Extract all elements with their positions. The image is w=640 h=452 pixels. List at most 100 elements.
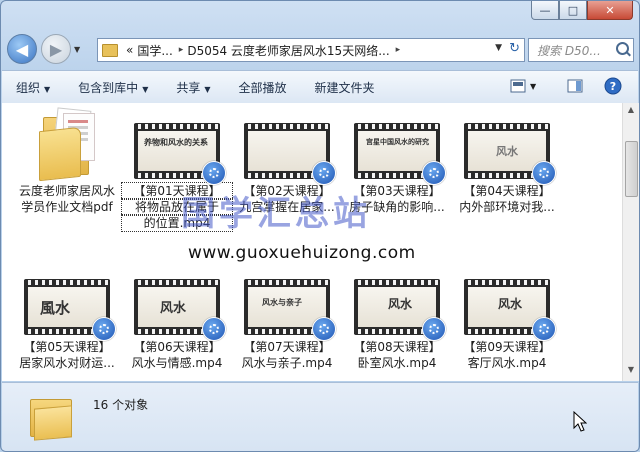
media-player-badge-icon	[532, 317, 556, 341]
video-thumbnail: 风水	[464, 123, 556, 185]
share-menu[interactable]: 共享 ▼	[162, 79, 224, 96]
search-input[interactable]: 搜索 D50...	[528, 38, 634, 62]
scroll-up-icon[interactable]: ▲	[625, 105, 637, 119]
help-button[interactable]: ?	[604, 77, 622, 95]
back-arrow-icon: ◀	[15, 39, 29, 59]
file-name-line: 【第09天课程】	[463, 340, 551, 354]
help-icon: ?	[604, 77, 622, 95]
maximize-button[interactable]: □	[559, 1, 587, 20]
media-player-badge-icon	[532, 161, 556, 185]
file-item[interactable]: 风水 【第08天课程】 卧室风水.mp4	[342, 279, 452, 371]
search-icon[interactable]	[616, 42, 629, 55]
view-options-button[interactable]: ▼	[510, 79, 536, 93]
file-item[interactable]: 風水 【第05天课程】 居家风水对财运...	[12, 279, 122, 371]
organize-label: 组织	[16, 80, 41, 95]
chevron-down-icon: ▼	[530, 81, 537, 91]
media-player-badge-icon	[202, 317, 226, 341]
media-player-badge-icon	[312, 317, 336, 341]
video-thumbnail	[244, 123, 336, 185]
file-name-line: 客厅风水.mp4	[467, 356, 547, 370]
include-in-library-label: 包含到库中	[78, 80, 139, 95]
vertical-scrollbar[interactable]: ▲ ▼	[622, 103, 639, 381]
media-player-badge-icon	[92, 317, 116, 341]
item-count: 16 个对象	[93, 398, 149, 412]
folder-icon	[30, 393, 76, 441]
file-name-line: 学员作业文档pdf	[21, 200, 113, 214]
file-name-line: 【第06天课程】	[133, 340, 221, 354]
folder-with-documents-icon	[37, 107, 97, 182]
svg-text:?: ?	[610, 80, 616, 93]
include-in-library-menu[interactable]: 包含到库中 ▼	[64, 79, 162, 96]
file-item[interactable]: 风水与亲子 【第07天课程】 风水与亲子.mp4	[232, 279, 342, 371]
thumbnail-text: 风水	[388, 297, 413, 311]
file-item[interactable]: 风水 【第09天课程】 客厅风水.mp4	[452, 279, 562, 371]
caption-buttons: — □ ✕	[531, 1, 633, 21]
view-icon	[510, 79, 526, 93]
details-pane: 16 个对象	[2, 382, 638, 451]
file-name-line: 【第04天课程】	[463, 184, 551, 198]
file-name-line: 【第05天课程】	[23, 340, 111, 354]
watermark-title: 国学汇总站	[181, 194, 371, 234]
media-player-badge-icon	[422, 161, 446, 185]
video-thumbnail: 风水	[464, 279, 556, 341]
file-name-line: 风水与情感.mp4	[131, 356, 223, 370]
navigation-buttons: ◀ ▶ ▼	[7, 34, 80, 64]
close-button[interactable]: ✕	[587, 1, 633, 20]
video-thumbnail: 宫星中国风水的研究	[354, 123, 446, 185]
forward-arrow-icon: ▶	[49, 39, 63, 59]
file-name-line: 内外部环境对我...	[459, 200, 555, 214]
thumbnail-text: 宫星中国风水的研究	[366, 137, 429, 146]
video-thumbnail: 風水	[24, 279, 116, 341]
file-name-line: 【第07天课程】	[243, 340, 331, 354]
thumbnail-text: 风水	[160, 301, 187, 316]
preview-pane-button[interactable]	[567, 79, 583, 93]
video-thumbnail: 风水	[354, 279, 446, 341]
thumbnail-text: 風水	[40, 299, 71, 317]
chevron-down-icon: ▼	[142, 84, 149, 94]
scroll-down-icon[interactable]: ▼	[625, 365, 637, 379]
breadcrumb-current[interactable]: D5054 云度老师家居风水15天网络...	[187, 42, 389, 59]
chevron-down-icon: ▼	[44, 84, 51, 94]
video-thumbnail: 风水与亲子	[244, 279, 336, 341]
video-thumbnail: 风水	[134, 279, 226, 341]
scrollbar-thumb[interactable]	[625, 141, 638, 197]
video-thumbnail: 养物和风水的关系	[134, 123, 226, 185]
file-name-line: 风水与亲子.mp4	[241, 356, 333, 370]
back-button[interactable]: ◀	[7, 34, 37, 64]
breadcrumb-parent[interactable]: 国学...	[137, 42, 172, 59]
forward-button[interactable]: ▶	[41, 34, 71, 64]
folder-icon	[102, 43, 118, 57]
watermark-url: www.guoxuehuizong.com	[188, 243, 416, 263]
thumbnail-text: 风水	[496, 145, 518, 158]
file-item[interactable]: 风水 【第04天课程】 内外部环境对我...	[452, 123, 562, 215]
thumbnail-text: 养物和风水的关系	[144, 137, 208, 147]
play-all-button[interactable]: 全部播放	[225, 79, 301, 96]
file-name-line: 【第08天课程】	[353, 340, 441, 354]
search-placeholder: 搜索 D50...	[537, 43, 601, 58]
refresh-icon[interactable]: ↻	[509, 41, 520, 56]
breadcrumb-overflow[interactable]: «	[126, 43, 133, 57]
mouse-cursor-icon	[573, 410, 588, 436]
chevron-right-icon[interactable]: ▸	[396, 45, 401, 55]
new-folder-button[interactable]: 新建文件夹	[301, 79, 389, 96]
file-name-line: 云度老师家居风水	[18, 184, 115, 198]
minimize-button[interactable]: —	[531, 1, 559, 20]
command-bar: 组织 ▼ 包含到库中 ▼ 共享 ▼ 全部播放 新建文件夹 ▼ ?	[2, 70, 638, 104]
chevron-right-icon[interactable]: ▸	[179, 45, 184, 55]
recent-pages-dropdown-icon[interactable]: ▼	[74, 45, 80, 54]
file-name-line: 卧室风水.mp4	[357, 356, 437, 370]
media-player-badge-icon	[202, 161, 226, 185]
thumbnail-text: 风水	[498, 297, 523, 311]
file-name-line: 居家风水对财运...	[19, 356, 115, 370]
address-bar[interactable]: « 国学... ▸ D5054 云度老师家居风水15天网络... ▸ ▼ ↻	[97, 38, 525, 62]
chevron-down-icon: ▼	[204, 84, 211, 94]
file-item[interactable]: 风水 【第06天课程】 风水与情感.mp4	[122, 279, 232, 371]
explorer-window: — □ ✕ ◀ ▶ ▼ « 国学... ▸ D5054 云度老师家居风水15天网…	[0, 0, 640, 452]
address-dropdown-icon[interactable]: ▼	[495, 43, 502, 53]
thumbnail-text: 风水与亲子	[262, 297, 302, 307]
file-item[interactable]: 云度老师家居风水 学员作业文档pdf	[12, 105, 122, 215]
preview-pane-icon	[567, 79, 583, 93]
file-list[interactable]: 云度老师家居风水 学员作业文档pdf 养物和风水的关系 【第01天课程】 将物品…	[2, 103, 622, 381]
organize-menu[interactable]: 组织 ▼	[2, 79, 64, 96]
media-player-badge-icon	[312, 161, 336, 185]
